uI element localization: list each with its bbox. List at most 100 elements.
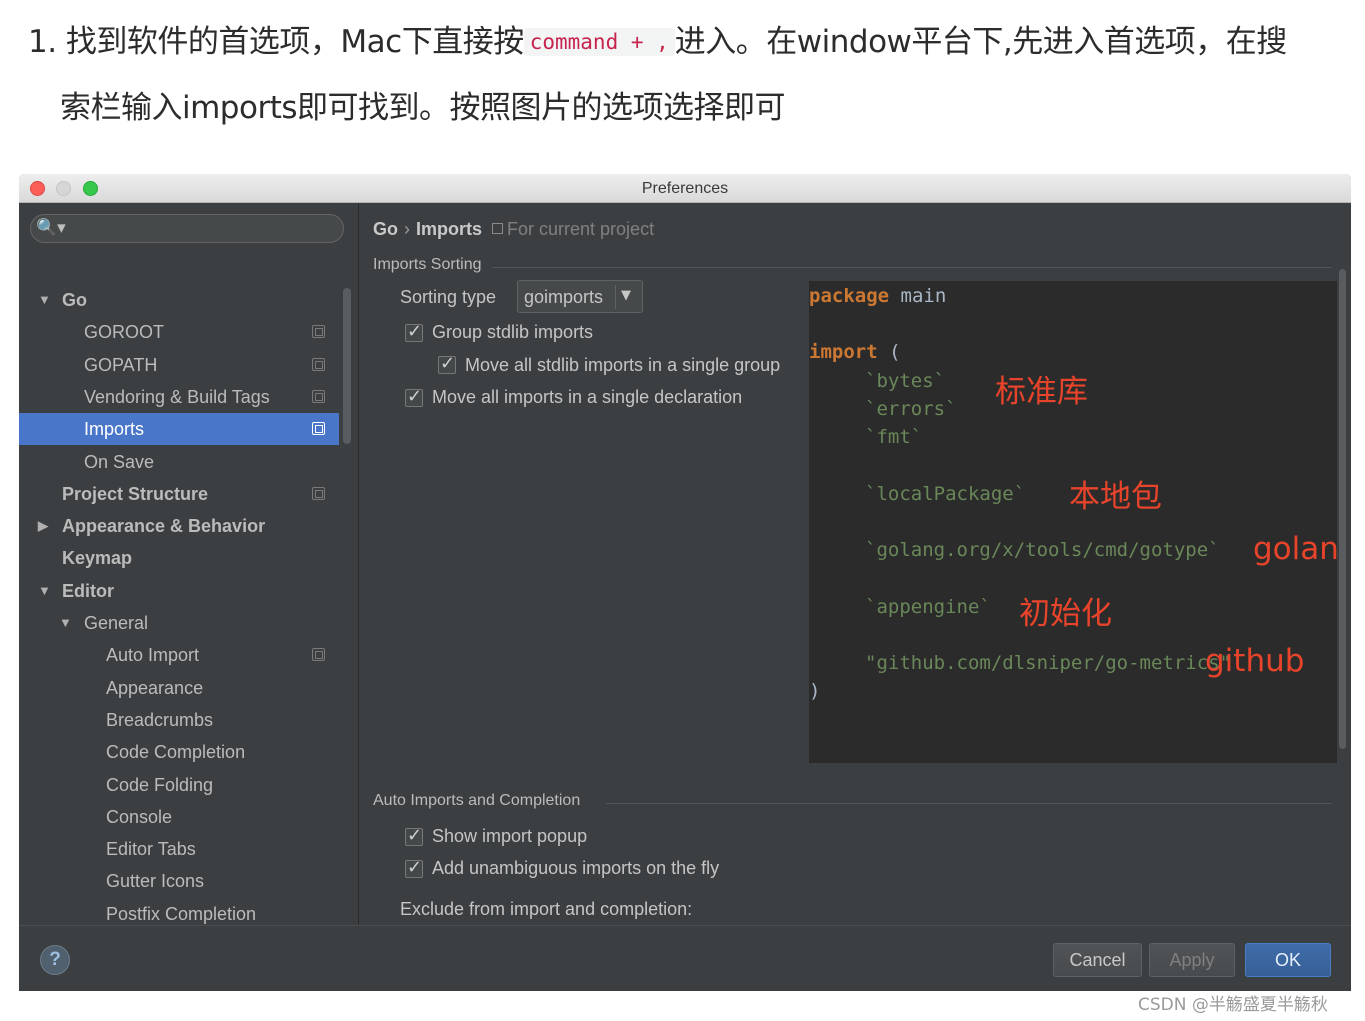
show-import-popup-label: Show import popup [432,826,588,846]
sorting-type-select[interactable]: goimports ▼ [517,280,643,313]
content-scrollbar[interactable] [1339,269,1346,749]
move-stdlib-checkbox[interactable] [438,353,456,374]
sidebar-item-label: On Save [84,451,155,472]
code-import-local: `localPackage` [865,483,1026,505]
code-preview: package main import ( `bytes` `errors` `… [809,281,1337,763]
breadcrumb-separator: › [404,219,410,239]
search-icon: 🔍▾ [36,218,66,238]
move-all-label: Move all imports in a single declaration [432,387,743,407]
sidebar-item-label: Auto Import [106,645,200,666]
group-stdlib-checkbox[interactable] [405,321,423,342]
sidebar-item-editor[interactable]: ▼ Editor [19,575,339,607]
sidebar-item-auto-import[interactable]: Auto Import [19,639,339,671]
sidebar-item-label: Appearance [106,677,204,698]
sidebar-item-postfix-completion[interactable]: Postfix Completion [19,898,339,925]
expanded-arrow-icon[interactable]: ▼ [38,284,51,316]
project-scope-icon [312,422,325,436]
settings-search-input[interactable]: 🔍▾ [30,214,344,243]
sidebar-item-gopath[interactable]: GOPATH [19,349,339,381]
add-unambiguous-checkbox[interactable] [405,857,423,878]
sidebar-item-general[interactable]: ▼ General [19,607,339,639]
sidebar-item-label: Appearance & Behavior [62,516,266,537]
select-divider [615,285,616,309]
show-import-popup-checkbox[interactable] [405,825,423,846]
sidebar-item-console[interactable]: Console [19,801,339,833]
annotation-init: 初始化 [1019,596,1112,632]
article-line-1-suffix: 进入。在window平台下,先进入首选项，在搜 [674,24,1287,60]
sidebar-item-label: Keymap [62,548,133,569]
title-bar: Preferences [19,174,1351,203]
chevron-down-icon: ▼ [621,288,631,303]
section-imports-sorting: Imports Sorting [373,256,482,273]
apply-button[interactable]: Apply [1149,943,1235,977]
code-import-github: "github.com/dlsniper/go-metrics" [865,652,1232,674]
ok-button[interactable]: OK [1245,943,1331,977]
sidebar-item-keymap[interactable]: Keymap [19,542,339,574]
sidebar-item-code-completion[interactable]: Code Completion [19,736,339,768]
move-stdlib-label: Move all stdlib imports in a single grou… [465,355,781,375]
exclude-label: Exclude from import and completion: [400,899,693,919]
sidebar-item-go[interactable]: ▼ Go [19,284,339,316]
sidebar-item-label: Breadcrumbs [106,709,214,730]
sidebar-item-appearance[interactable]: Appearance [19,672,339,704]
dialog-footer: ? Cancel Apply OK [19,925,1351,991]
sidebar-item-gutter-icons[interactable]: Gutter Icons [19,865,339,897]
expanded-arrow-icon[interactable]: ▼ [38,575,51,607]
annotation-stdlib: 标准库 [995,374,1088,410]
project-scope-icon [312,486,325,500]
cancel-button[interactable]: Cancel [1053,943,1142,977]
window-title: Preferences [641,180,729,197]
annotation-local: 本地包 [1069,479,1162,515]
breadcrumb-go: Go [373,219,398,239]
add-unambiguous-label: Add unambiguous imports on the fly [432,858,720,878]
sidebar-item-goroot[interactable]: GOROOT [19,316,339,348]
code-import-bytes: `bytes` [865,370,946,392]
sidebar-item-label: Go [62,290,87,310]
breadcrumb: Go › Imports For current project [373,219,654,240]
sidebar-item-imports[interactable]: Imports [19,413,339,446]
breadcrumb-scope: For current project [507,219,655,239]
annotation-github: github [1205,643,1305,679]
article-line-1-prefix: 1. 找到软件的首选项，Mac下直接按 [28,24,524,60]
inline-code-shortcut: command + , [523,28,675,56]
code-import-appengine: `appengine` [865,596,991,618]
sidebar-item-breadcrumbs[interactable]: Breadcrumbs [19,704,339,736]
settings-sidebar: 🔍▾ ▼ Go GOROOT GOPATH Vendoring & Build Tags… [19,203,359,925]
sidebar-item-label: Project Structure [62,483,209,504]
code-package-name: main [889,285,947,307]
sidebar-item-editor-tabs[interactable]: Editor Tabs [19,833,339,865]
project-scope-icon [312,357,325,371]
sorting-type-label: Sorting type [400,287,497,307]
sorting-type-value: goimports [524,287,604,307]
section-auto-imports: Auto Imports and Completion [373,792,581,809]
expanded-arrow-icon[interactable]: ▼ [59,607,72,639]
code-line-import: import ( [809,341,901,363]
sidebar-item-label: GOPATH [84,354,158,375]
help-button[interactable]: ? [40,945,70,975]
page: 1. 找到软件的首选项，Mac下直接按 command + , 进入。在window… [0,0,1365,1021]
project-scope-icon [312,389,325,403]
sidebar-item-label: Code Completion [106,742,246,763]
sidebar-item-label: Editor Tabs [106,839,196,860]
group-stdlib-label: Group stdlib imports [432,322,594,342]
sidebar-item-vendoring-build-tags[interactable]: Vendoring & Build Tags [19,381,339,413]
breadcrumb-imports: Imports [416,219,483,239]
collapsed-arrow-icon[interactable]: ▶ [38,510,48,542]
sidebar-item-label: Imports [84,419,145,440]
sidebar-item-on-save[interactable]: On Save [19,446,339,478]
sidebar-item-project-structure[interactable]: Project Structure [19,478,339,510]
sidebar-item-code-folding[interactable]: Code Folding [19,769,339,801]
sidebar-scrollbar[interactable] [343,288,351,444]
annotation-golang: golang [1253,531,1337,567]
project-scope-icon [312,325,325,339]
code-keyword-package: package [809,285,890,307]
sidebar-item-label: Vendoring & Build Tags [84,386,270,407]
sidebar-item-appearance-behavior[interactable]: ▶ Appearance & Behavior [19,510,339,542]
project-scope-icon [492,223,504,234]
settings-content: Go › Imports For current project Imports So… [360,203,1351,925]
move-all-checkbox[interactable] [405,386,423,407]
sidebar-item-label: GOROOT [84,322,164,343]
watermark: CSDN @半觞盛夏半觞秋 [1138,995,1328,1015]
code-import-golang: `golang.org/x/tools/cmd/gotype` [865,539,1220,561]
sidebar-item-label: Editor [62,580,114,601]
